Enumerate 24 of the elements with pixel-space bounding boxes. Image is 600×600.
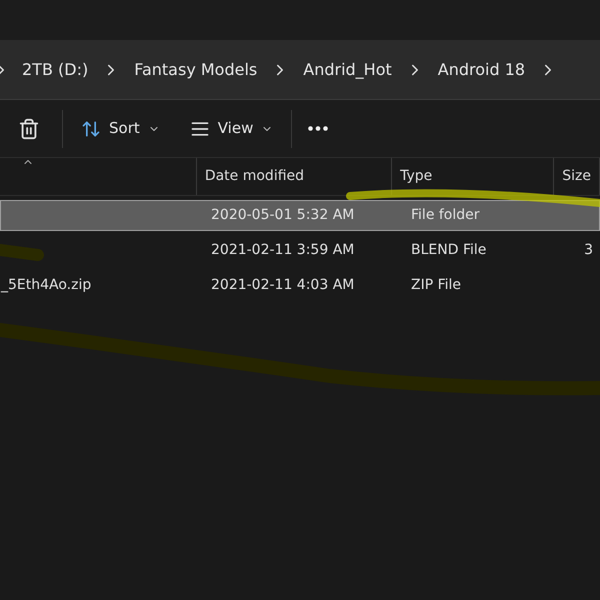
breadcrumb-item[interactable]: 2TB (D:)	[14, 58, 96, 82]
breadcrumb-item[interactable]: Android 18	[430, 58, 534, 82]
view-button[interactable]: View	[190, 117, 274, 140]
sort-button[interactable]: Sort	[81, 117, 160, 140]
size-cell: 3	[584, 242, 593, 258]
breadcrumb-item[interactable]: Fantasy Models	[126, 58, 266, 82]
breadcrumb-item[interactable]: Andrid_Hot	[295, 58, 400, 82]
more-button[interactable]	[308, 126, 328, 131]
highlighter-stroke	[0, 244, 44, 261]
date-cell: 2021-02-11 4:03 AM	[211, 277, 354, 293]
file-row[interactable]: 2021-02-11 3:59 AM BLEND File 3	[0, 235, 600, 266]
type-cell: File folder	[411, 207, 480, 223]
file-row[interactable]: _5Eth4Ao.zip 2021-02-11 4:03 AM ZIP File	[0, 270, 600, 301]
more-icon	[308, 126, 328, 131]
column-header[interactable]: Date modified	[196, 158, 392, 195]
column-header[interactable]: Type	[392, 158, 554, 195]
sort-arrows-icon	[81, 118, 101, 138]
date-cell: 2021-02-11 3:59 AM	[211, 242, 354, 258]
file-row[interactable]: 2020-05-01 5:32 AM File folder	[0, 200, 600, 231]
type-cell: ZIP File	[411, 277, 462, 293]
type-cell: BLEND File	[411, 242, 486, 258]
file-name: _5Eth4Ao.zip	[1, 277, 92, 293]
column-header[interactable]: Size	[554, 158, 600, 195]
date-cell: 2020-05-01 5:32 AM	[211, 207, 354, 223]
